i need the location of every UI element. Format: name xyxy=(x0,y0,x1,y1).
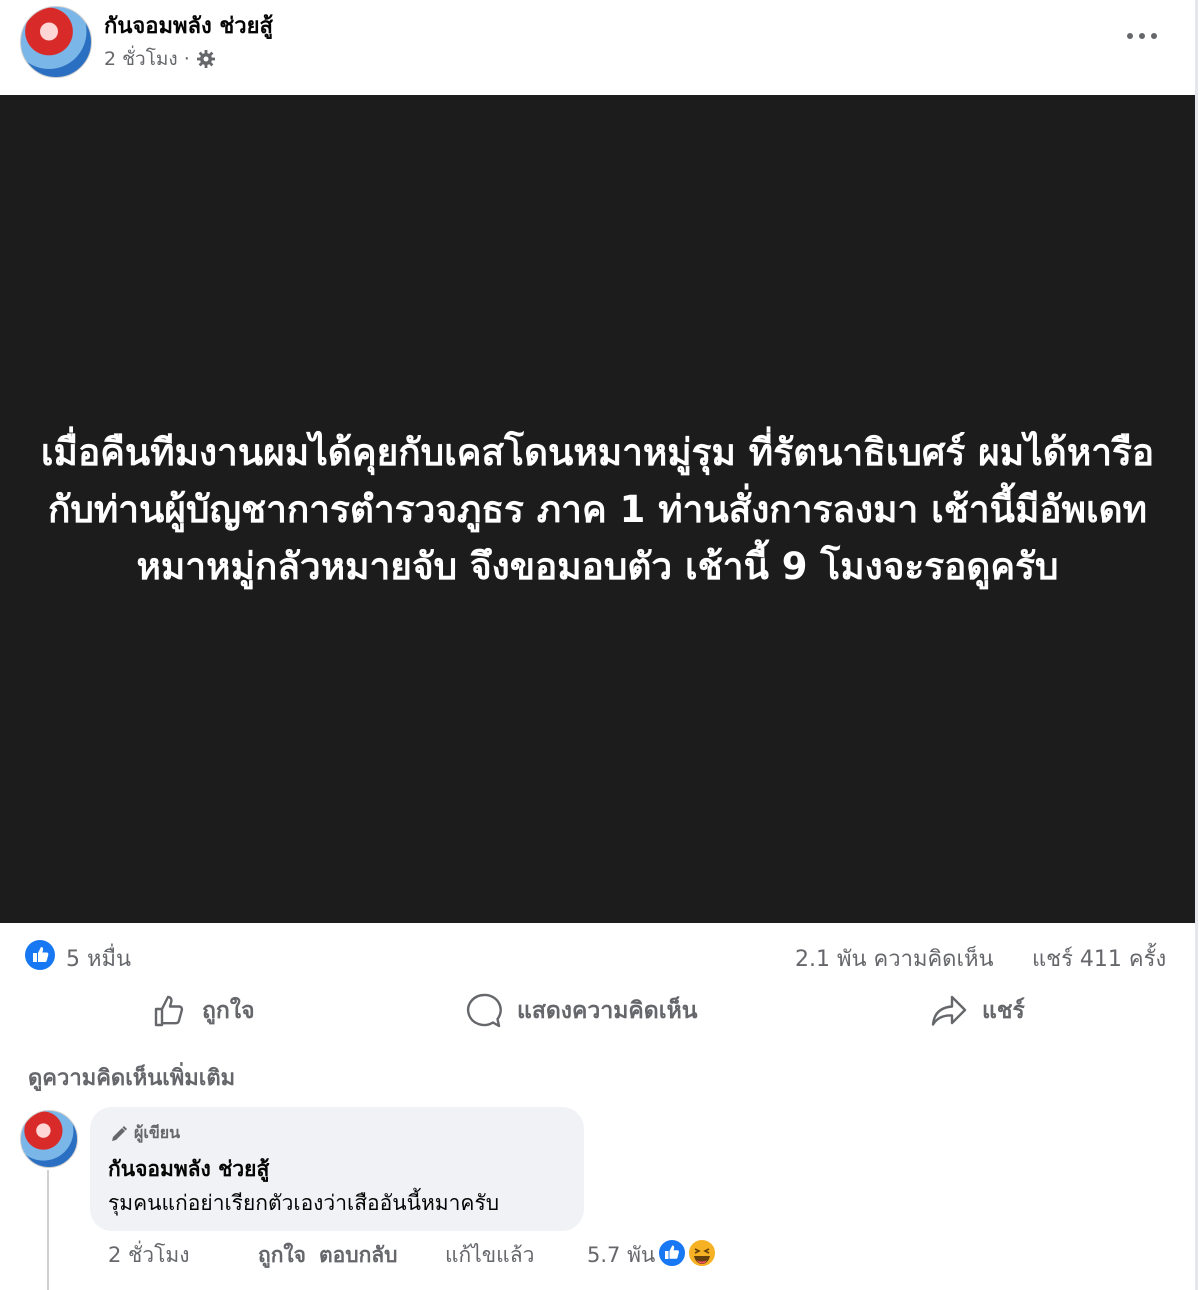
view-more-comments-link[interactable]: ดูความคิดเห็นเพิ่มเติม xyxy=(28,1060,235,1095)
feed-right-border xyxy=(1195,0,1198,1290)
shares-count-link[interactable]: แชร์ 411 ครั้ง xyxy=(1032,941,1166,976)
gear-icon[interactable] xyxy=(196,49,216,69)
comment-bubble-icon xyxy=(467,993,502,1028)
reaction-summary: 5 หมื่น 2.1 พัน ความคิดเห็น แชร์ 411 ครั… xyxy=(0,935,1195,977)
page-avatar[interactable] xyxy=(20,6,92,78)
comment-time[interactable]: 2 ชั่วโมง xyxy=(108,1239,189,1272)
comment-like-button[interactable]: ถูกใจ xyxy=(258,1239,306,1272)
author-badge: ผู้เขียน xyxy=(110,1121,180,1146)
pencil-icon xyxy=(112,1125,127,1141)
like-button-label: ถูกใจ xyxy=(202,998,255,1024)
like-reaction-icon[interactable] xyxy=(24,939,56,971)
comment-edited-label[interactable]: แก้ไขแล้ว xyxy=(445,1239,534,1272)
like-reaction-small-icon xyxy=(657,1238,687,1268)
like-button[interactable]: ถูกใจ xyxy=(152,989,255,1033)
page-name-link[interactable]: กันจอมพลัง ช่วยสู้ xyxy=(104,8,273,43)
comments-count-link[interactable]: 2.1 พัน ความคิดเห็น xyxy=(795,941,994,976)
more-options-button[interactable] xyxy=(1120,20,1164,52)
comment-avatar[interactable] xyxy=(20,1110,78,1168)
comment-bubble: ผู้เขียน กันจอมพลัง ช่วยสู้ รุมคนแก่อย่า… xyxy=(90,1107,584,1231)
haha-reaction-icon xyxy=(687,1238,717,1268)
comment-button-label: แสดงความคิดเห็น xyxy=(517,998,698,1024)
reaction-count[interactable]: 5 หมื่น xyxy=(66,941,131,976)
comment-reaction-count[interactable]: 5.7 พัน xyxy=(587,1239,655,1272)
share-button-label: แชร์ xyxy=(982,998,1025,1024)
author-badge-label: ผู้เขียน xyxy=(134,1123,181,1142)
comment-thread-line xyxy=(47,1170,49,1290)
share-arrow-icon xyxy=(931,995,967,1026)
comment-author-link[interactable]: กันจอมพลัง ช่วยสู้ xyxy=(108,1153,269,1186)
post-header: กันจอมพลัง ช่วยสู้ 2 ชั่วโมง · xyxy=(0,0,1200,95)
share-button[interactable]: แชร์ xyxy=(930,989,1025,1033)
post-image[interactable]: เมื่อคืนทีมงานผมได้คุยกับเคสโดนหมาหมู่รุ… xyxy=(0,95,1195,923)
more-dots-icon xyxy=(1127,33,1157,39)
post-meta: 2 ชั่วโมง · xyxy=(104,44,216,74)
comment-button[interactable]: แสดงความคิดเห็น xyxy=(465,989,697,1033)
post-time[interactable]: 2 ชั่วโมง · xyxy=(104,44,190,74)
comment-text: รุมคนแก่อย่าเรียกตัวเองว่าเสืออันนี้หมาค… xyxy=(108,1191,500,1215)
comment-reactions-icons[interactable] xyxy=(656,1237,720,1269)
post-image-text: เมื่อคืนทีมงานผมได้คุยกับเคสโดนหมาหมู่รุ… xyxy=(40,430,1155,588)
post-action-bar: ถูกใจ แสดงความคิดเห็น แชร์ xyxy=(0,985,1195,1037)
comment-reply-button[interactable]: ตอบกลับ xyxy=(319,1239,398,1272)
thumbs-up-icon xyxy=(154,995,184,1027)
